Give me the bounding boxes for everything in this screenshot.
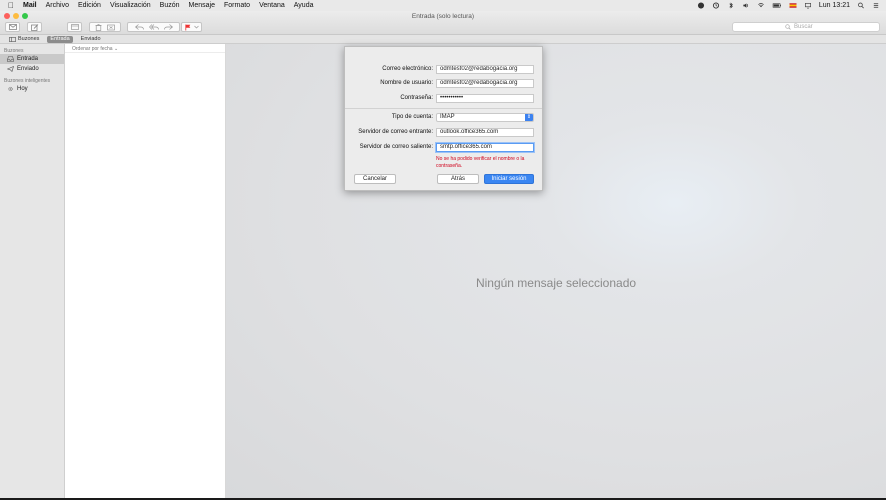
sidebar-item-sent[interactable]: Enviado: [0, 64, 64, 74]
no-message-text: Ningún mensaje seleccionado: [475, 276, 637, 290]
get-mail-button[interactable]: [5, 22, 20, 32]
forward-icon[interactable]: [163, 24, 173, 30]
delete-junk-group: [89, 22, 121, 32]
sidebar-item-label: Entrada: [17, 56, 39, 62]
reply-all-icon[interactable]: [148, 24, 159, 30]
message-list: Ordenar por fecha ⌄: [65, 44, 226, 498]
menu-edicion[interactable]: Edición: [78, 2, 101, 9]
menu-ventana[interactable]: Ventana: [259, 2, 285, 9]
incoming-server-field[interactable]: outlook.office365.com: [436, 127, 534, 137]
sidebar-item-label: Enviado: [17, 66, 39, 72]
flag-icon: [184, 24, 190, 30]
select-arrows-icon: ⇕: [525, 113, 533, 121]
sign-in-button[interactable]: Iniciar sesión: [484, 174, 534, 184]
chevron-down-icon: [193, 25, 199, 29]
message-viewer: Ningún mensaje seleccionado: [226, 44, 886, 498]
outgoing-server-label: Servidor de correo saliente:: [359, 144, 433, 150]
mailbox-sidebar: Buzones Entrada Enviado Buzones intelige…: [0, 44, 65, 498]
menu-mensaje[interactable]: Mensaje: [189, 2, 215, 9]
menu-ayuda[interactable]: Ayuda: [294, 2, 314, 9]
trash-icon[interactable]: [95, 23, 102, 31]
cancel-button[interactable]: Cancelar: [354, 174, 396, 184]
menu-bar:  Mail Archivo Edición Visualización Buz…: [0, 0, 886, 11]
favorites-mailboxes-label: Buzones: [18, 36, 40, 42]
sidebar-toggle-icon: [9, 36, 16, 42]
favorites-inbox[interactable]: Entrada: [47, 35, 73, 43]
status-circle-icon[interactable]: [697, 2, 705, 9]
compose-button[interactable]: [27, 22, 42, 32]
junk-icon[interactable]: [107, 24, 115, 31]
menu-visualizacion[interactable]: Visualización: [110, 2, 151, 9]
battery-icon[interactable]: [772, 2, 782, 9]
password-label: Contraseña:: [400, 95, 433, 101]
menu-mail[interactable]: Mail: [23, 2, 37, 9]
inbox-tray-icon: [7, 56, 14, 62]
dialog-separator: [345, 108, 542, 109]
envelope-icon: [8, 24, 17, 30]
window-title: Entrada (solo lectura): [411, 13, 475, 20]
sidebar-section-smart: Buzones inteligentes: [4, 78, 51, 84]
notification-center-icon[interactable]: [872, 2, 880, 9]
username-label: Nombre de usuario:: [380, 80, 433, 86]
favorites-bar: Buzones Entrada Enviado: [0, 35, 886, 44]
back-button[interactable]: Atrás: [437, 174, 479, 184]
account-setup-dialog: Correo electrónico: odmtest02@redabogaci…: [344, 46, 543, 191]
compose-icon: [30, 23, 38, 31]
sidebar-item-inbox[interactable]: Entrada: [0, 54, 64, 64]
favorites-mailboxes-button[interactable]: Buzones: [6, 36, 42, 43]
flag-button[interactable]: [181, 22, 202, 32]
gear-icon: [8, 86, 13, 92]
display-icon[interactable]: [804, 2, 812, 9]
menu-archivo[interactable]: Archivo: [46, 2, 69, 9]
reply-icon[interactable]: [134, 24, 144, 30]
account-type-value: IMAP: [440, 114, 455, 120]
menubar-clock[interactable]: Lun 13:21: [819, 2, 850, 9]
volume-icon[interactable]: [742, 2, 750, 9]
email-field[interactable]: odmtest02@redabogacia.org: [436, 64, 534, 74]
incoming-server-label: Servidor de correo entrante:: [358, 129, 433, 135]
spotlight-icon[interactable]: [857, 2, 865, 9]
bluetooth-icon[interactable]: [727, 2, 735, 9]
search-field[interactable]: Buscar: [732, 22, 880, 32]
status-area: Lun 13:21: [697, 0, 880, 11]
sidebar-item-label: Hoy: [17, 86, 28, 92]
account-type-label: Tipo de cuenta:: [391, 114, 433, 120]
sort-control[interactable]: Ordenar por fecha ⌄: [65, 44, 225, 53]
search-icon: [785, 24, 791, 30]
title-bar: Entrada (solo lectura) Buscar: [0, 11, 886, 35]
email-label: Correo electrónico:: [382, 66, 433, 72]
archive-icon: [70, 24, 79, 30]
sort-label: Ordenar por fecha: [72, 46, 113, 52]
apple-menu-icon[interactable]: : [8, 1, 14, 10]
sidebar-item-today[interactable]: Hoy: [0, 84, 64, 94]
time-machine-icon[interactable]: [712, 2, 720, 9]
archive-button[interactable]: [67, 22, 82, 32]
chevron-down-icon: ⌄: [113, 46, 119, 52]
account-type-select[interactable]: IMAP ⇕: [436, 112, 534, 122]
menu-buzon[interactable]: Buzón: [160, 2, 180, 9]
paper-plane-icon: [7, 66, 14, 72]
error-message: No se ha podido verificar el nombre o la…: [436, 156, 525, 169]
favorites-sent[interactable]: Enviado: [78, 36, 104, 43]
outgoing-server-field[interactable]: smtp.office365.com: [436, 142, 534, 152]
password-field[interactable]: •••••••••••: [436, 93, 534, 103]
reply-group: [127, 22, 180, 32]
sidebar-section-mailboxes: Buzones: [4, 48, 24, 54]
username-field[interactable]: odmtest02@redabogacia.org: [436, 78, 534, 88]
search-placeholder: Buscar: [794, 24, 813, 30]
menu-formato[interactable]: Formato: [224, 2, 250, 9]
flag-spain-icon[interactable]: [789, 2, 797, 9]
wifi-icon[interactable]: [757, 2, 765, 9]
